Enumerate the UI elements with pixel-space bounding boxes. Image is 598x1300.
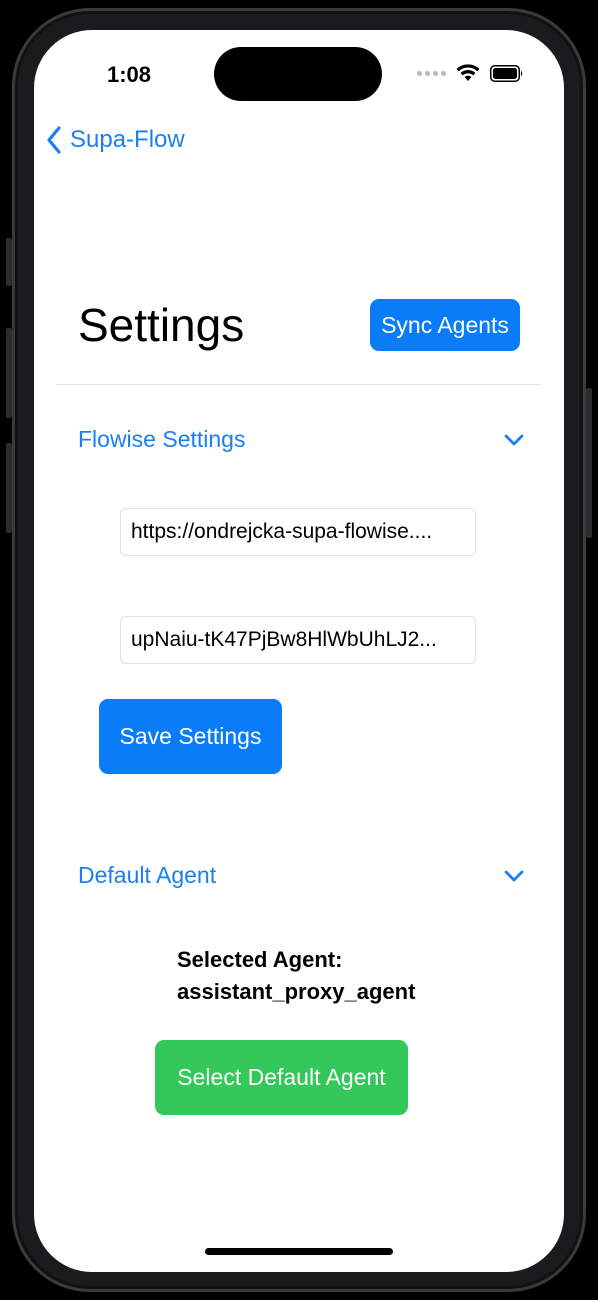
status-icons: [417, 64, 524, 82]
battery-icon: [490, 64, 523, 82]
flowise-url-field[interactable]: [120, 508, 476, 556]
chevron-down-icon: [504, 870, 524, 881]
back-button-label: Supa-Flow: [70, 126, 185, 153]
header-divider: [56, 384, 541, 385]
flowise-settings-title: Flowise Settings: [78, 426, 246, 452]
save-settings-button[interactable]: Save Settings: [99, 699, 282, 774]
side-button-volume-up: [6, 328, 12, 418]
select-default-agent-button[interactable]: Select Default Agent: [155, 1040, 408, 1115]
back-button[interactable]: Supa-Flow: [46, 126, 185, 154]
flowise-settings-header[interactable]: Flowise Settings: [78, 426, 524, 453]
chevron-down-icon: [504, 434, 524, 445]
dynamic-island: [214, 47, 382, 101]
wifi-icon: [456, 64, 480, 81]
cellular-signal-icon: [417, 70, 446, 76]
sync-agents-button[interactable]: Sync Agents: [370, 299, 520, 351]
flowise-api-key-field[interactable]: [120, 616, 476, 664]
default-agent-title: Default Agent: [78, 862, 217, 888]
selected-agent-value: assistant_proxy_agent: [177, 979, 416, 1004]
selected-agent-text: Selected Agent: assistant_proxy_agent: [177, 944, 415, 1008]
home-indicator[interactable]: [205, 1248, 393, 1255]
default-agent-header[interactable]: Default Agent: [78, 862, 524, 889]
side-button-volume-down: [6, 443, 12, 533]
chevron-left-icon: [47, 126, 61, 154]
page-title: Settings: [78, 299, 245, 351]
screen: 1:08 Supa-Flow Settings Sync Agents Flow…: [34, 30, 564, 1272]
selected-agent-label: Selected Agent:: [177, 947, 343, 972]
side-button-silent: [6, 238, 12, 286]
status-time: 1:08: [107, 62, 152, 87]
side-button-power: [586, 388, 592, 538]
